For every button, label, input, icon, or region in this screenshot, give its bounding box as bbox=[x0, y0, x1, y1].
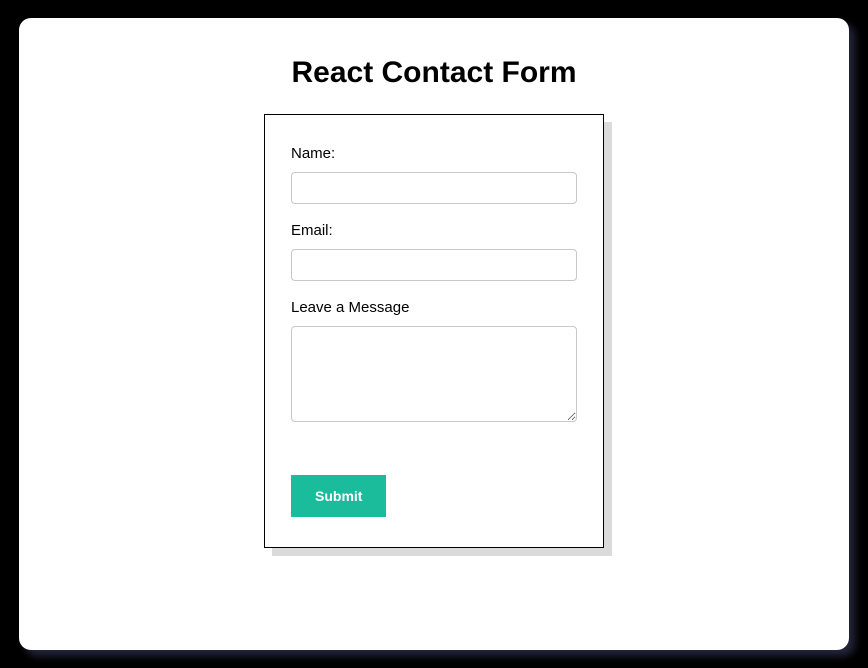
email-group: Email: bbox=[291, 222, 577, 281]
email-input[interactable] bbox=[291, 249, 577, 281]
email-label: Email: bbox=[291, 222, 577, 239]
page-title: React Contact Form bbox=[19, 56, 849, 90]
contact-form: Name: Email: Leave a Message Submit bbox=[264, 114, 604, 548]
app-window: React Contact Form Name: Email: Leave a … bbox=[19, 18, 849, 650]
message-group: Leave a Message bbox=[291, 299, 577, 427]
name-group: Name: bbox=[291, 145, 577, 204]
name-input[interactable] bbox=[291, 172, 577, 204]
message-textarea[interactable] bbox=[291, 326, 577, 422]
submit-button[interactable]: Submit bbox=[291, 475, 386, 517]
name-label: Name: bbox=[291, 145, 577, 162]
message-label: Leave a Message bbox=[291, 299, 577, 316]
